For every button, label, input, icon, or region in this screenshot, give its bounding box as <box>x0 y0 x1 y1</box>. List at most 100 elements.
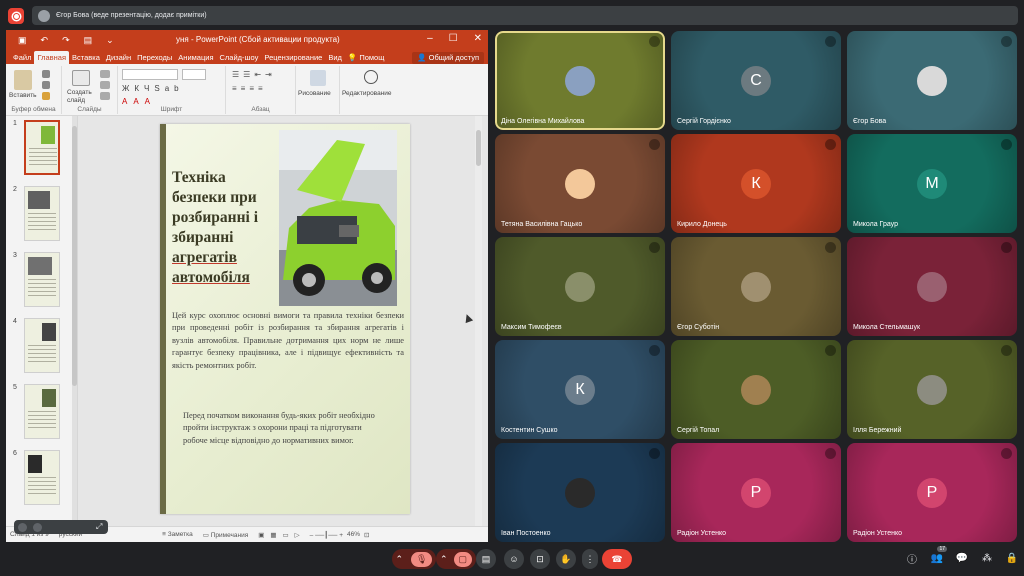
participant-tile[interactable]: К Костентин Сушко <box>495 340 665 439</box>
slide-thumbnail[interactable] <box>24 186 60 241</box>
participant-tile[interactable]: Тетяна Василівна Гацько <box>495 134 665 233</box>
redo-icon[interactable]: ↷ <box>62 35 70 46</box>
slideshow-icon[interactable]: ▤ <box>84 35 93 46</box>
list-buttons[interactable]: ☰☰⇤⇥ <box>232 70 276 79</box>
reactions-button[interactable]: ☺ <box>504 549 524 569</box>
thumbnails-scrollbar[interactable] <box>72 116 77 526</box>
font-color-buttons[interactable]: AAA <box>122 97 156 106</box>
mic-options-icon[interactable]: ⌃ <box>396 554 404 565</box>
mic-off-icon[interactable]: 🎙 <box>411 551 433 567</box>
camera-control[interactable]: ⌃ ▢ <box>436 549 476 569</box>
host-controls-icon[interactable]: 🔒 <box>1006 552 1018 564</box>
recording-icon[interactable] <box>8 8 24 24</box>
group-label-slides: Слайды <box>77 106 102 113</box>
mic-muted-icon <box>1001 139 1012 150</box>
participant-avatar: М <box>917 168 947 199</box>
people-icon[interactable]: 👥 17 <box>931 546 947 564</box>
tab-help[interactable]: 💡 Помощ <box>345 53 388 64</box>
camera-off-icon[interactable] <box>33 522 42 532</box>
thumb-number: 6 <box>13 450 17 457</box>
paste-icon[interactable] <box>14 70 32 90</box>
find-icon[interactable] <box>364 70 378 84</box>
slide-paragraph-1[interactable]: Цей курс охоплює основні вимоги та прави… <box>172 310 404 372</box>
raise-hand-button[interactable]: ✋ <box>556 549 576 569</box>
cut-icon[interactable] <box>42 70 50 78</box>
end-call-button[interactable]: ☎ <box>602 549 632 569</box>
chat-icon[interactable]: 💬 <box>956 552 968 564</box>
captions-button[interactable]: ▤ <box>476 549 496 569</box>
maximize-icon[interactable]: ☐ <box>449 33 458 44</box>
participant-tile[interactable]: Р Радіон Устенко <box>847 443 1017 542</box>
slide-thumbnail[interactable] <box>24 252 60 307</box>
participant-tile[interactable]: Сергій Топал <box>671 340 841 439</box>
slide-title[interactable]: Техніка безпеки при розбиранні і збиранн… <box>172 168 277 288</box>
tab-home[interactable]: Главная <box>34 51 69 64</box>
tab-file[interactable]: Файл <box>10 53 34 64</box>
copy-icon[interactable] <box>42 81 50 89</box>
participant-tile[interactable]: Р Радіон Устенко <box>671 443 841 542</box>
slide-paragraph-2[interactable]: Перед початком виконання будь-яких робіт… <box>183 410 383 447</box>
participant-tile[interactable]: К Кирило Донець <box>671 134 841 233</box>
mic-control[interactable]: ⌃ 🎙 <box>392 549 436 569</box>
participant-tile[interactable]: Єгор Суботін <box>671 237 841 336</box>
current-slide[interactable]: Техніка безпеки при розбиранні і збиранн… <box>160 124 410 514</box>
new-slide-icon[interactable] <box>72 70 90 86</box>
share-button[interactable]: 👤 Общий доступ <box>412 52 484 64</box>
slide-thumbnail[interactable] <box>24 384 60 439</box>
participant-tile[interactable]: С Сергій Гордієнко <box>671 31 841 130</box>
zoom-slider[interactable]: – ──┃── + <box>310 531 343 539</box>
comments-button[interactable]: ▭ Примечания <box>203 531 248 539</box>
expand-icon[interactable]: ⤢ <box>96 522 102 532</box>
font-name-select[interactable] <box>122 69 178 80</box>
participant-tile[interactable]: Діна Олегівна Михайлова <box>495 31 665 130</box>
undo-icon[interactable]: ↶ <box>41 35 49 46</box>
fit-slide-icon[interactable]: ⊡ <box>364 531 369 539</box>
tab-review[interactable]: Рецензирование <box>261 53 325 64</box>
tab-transitions[interactable]: Переходы <box>134 53 175 64</box>
reset-icon[interactable] <box>100 81 110 89</box>
slide-thumbnail[interactable] <box>24 450 60 505</box>
participant-tile[interactable]: Іван Постоенко <box>495 443 665 542</box>
more-options-button[interactable]: ⋮ <box>582 549 598 569</box>
view-buttons[interactable]: ▣▦▭▷ <box>258 531 305 539</box>
slide-canvas: Техніка безпеки при розбиранні і збиранн… <box>78 116 482 526</box>
camera-options-icon[interactable]: ⌃ <box>440 554 448 565</box>
camera-off-icon[interactable]: ▢ <box>453 551 473 567</box>
autosave-icon[interactable]: ▣ <box>18 35 27 46</box>
font-size-select[interactable] <box>182 69 206 80</box>
tab-view[interactable]: Вид <box>325 53 345 64</box>
shapes-icon[interactable] <box>310 70 326 86</box>
format-painter-icon[interactable] <box>42 92 50 100</box>
info-icon[interactable]: ⓘ <box>906 552 918 566</box>
participant-tile[interactable]: Єгор Бова <box>847 31 1017 130</box>
participant-name: Радіон Устенко <box>677 530 727 537</box>
participant-tile[interactable]: Максим Тимофеєв <box>495 237 665 336</box>
captions-icon: ▤ <box>481 553 491 564</box>
tab-design[interactable]: Дизайн <box>103 53 134 64</box>
notes-button[interactable]: ≡ Заметка <box>162 531 193 538</box>
tab-animations[interactable]: Анимация <box>175 53 216 64</box>
tab-slideshow[interactable]: Слайд-шоу <box>217 53 262 64</box>
align-buttons[interactable]: ≡≡≡≡ <box>232 84 267 93</box>
presenter-tools-icon[interactable] <box>18 522 27 532</box>
canvas-scrollbar[interactable] <box>475 116 482 526</box>
group-label-paragraph: Абзац <box>251 106 270 113</box>
present-button[interactable]: ⊡ <box>530 549 550 569</box>
participant-tile[interactable]: М Микола Граур <box>847 134 1017 233</box>
tab-insert[interactable]: Вставка <box>69 53 103 64</box>
minimize-icon[interactable]: – <box>427 33 433 44</box>
mic-muted-icon <box>1001 345 1012 356</box>
participant-tile[interactable]: Ілля Бережний <box>847 340 1017 439</box>
participant-tile[interactable]: Микола Стельмашук <box>847 237 1017 336</box>
mic-muted-icon <box>825 139 836 150</box>
phone-hangup-icon: ☎ <box>611 553 623 564</box>
font-format-buttons[interactable]: ЖКЧSab <box>122 84 184 93</box>
qat-dropdown-icon[interactable]: ⌄ <box>106 35 114 46</box>
layout-icon[interactable] <box>100 70 110 78</box>
slide-thumbnail[interactable] <box>24 120 60 175</box>
close-icon[interactable]: ✕ <box>474 33 482 44</box>
activities-icon[interactable]: ⁂ <box>981 552 993 564</box>
section-icon[interactable] <box>100 92 110 100</box>
powerpoint-window: ▣ ↶ ↷ ▤ ⌄ уня - PowerPoint (Сбой активац… <box>6 30 488 542</box>
slide-thumbnail[interactable] <box>24 318 60 373</box>
